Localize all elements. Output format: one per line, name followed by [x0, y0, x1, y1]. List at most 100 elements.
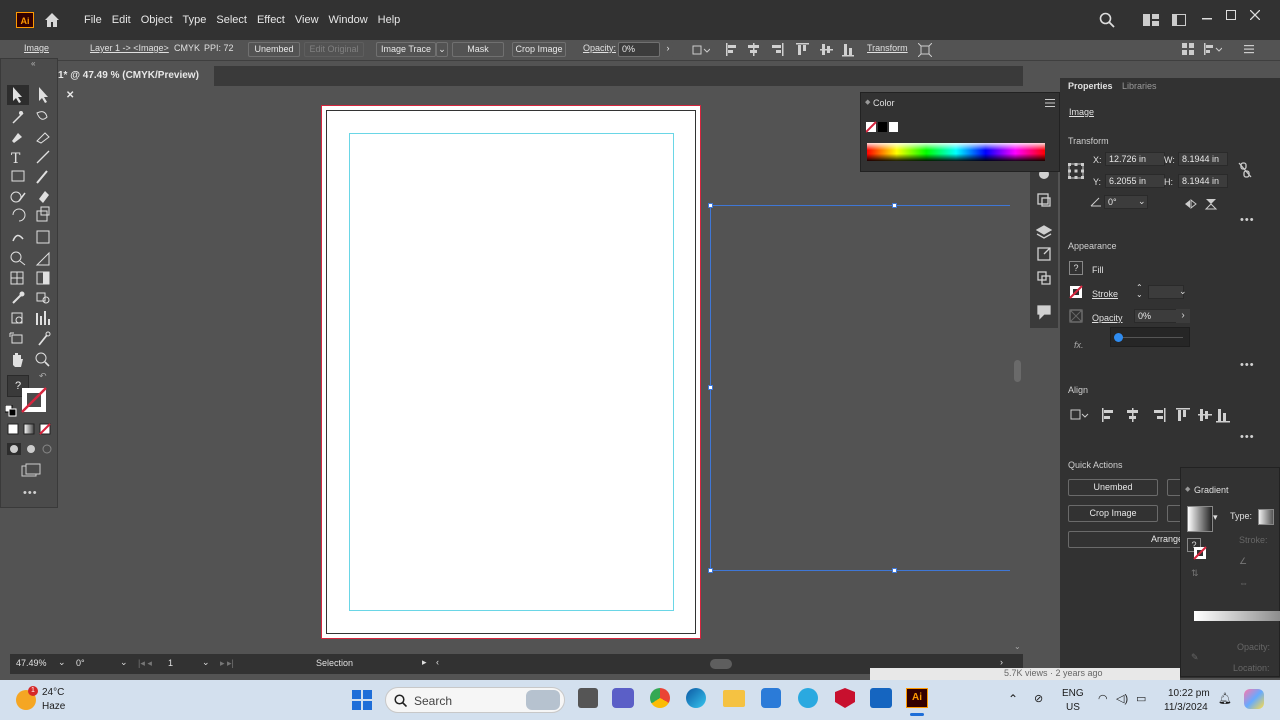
align-to-icon[interactable] — [692, 44, 710, 56]
gradient-panel-grip-icon[interactable]: ◆ — [1185, 485, 1190, 493]
stroke-stepper-icon[interactable]: ⌃ ⌄ — [1136, 284, 1143, 299]
artboard-number[interactable]: 1 — [168, 658, 173, 668]
opacity-slider-track[interactable] — [1119, 337, 1183, 338]
notification-bell-icon[interactable]: 🔔︎ — [1218, 692, 1232, 705]
menu-effect[interactable]: Effect — [253, 0, 289, 40]
distribute-icon[interactable] — [1204, 43, 1222, 55]
opacity-arrow[interactable]: › — [662, 42, 674, 57]
isolate-icon[interactable] — [918, 43, 932, 57]
align-panel-buttons-icon[interactable] — [1070, 407, 1230, 423]
stroke-label[interactable]: Stroke — [1092, 289, 1118, 299]
align-more-icon[interactable]: ••• — [1240, 431, 1255, 443]
artboard-dropdown-icon[interactable]: ⌄ — [202, 657, 210, 668]
scroll-down-icon[interactable]: ⌄ — [1014, 642, 1021, 651]
restore-icon[interactable] — [1226, 10, 1236, 20]
teams-icon[interactable] — [612, 688, 634, 708]
network-status-icon[interactable]: ⊘ — [1034, 692, 1043, 705]
home-icon[interactable] — [42, 10, 62, 30]
rotation-dropdown-icon[interactable]: ⌄ — [120, 657, 128, 668]
status-menu-arrow-icon[interactable]: ▸ — [422, 657, 427, 668]
wifi-icon[interactable]: ◠ — [1098, 692, 1108, 705]
color-panel-grip-icon[interactable]: ◆ — [865, 98, 870, 106]
gradient-preview-swatch[interactable] — [1187, 506, 1213, 532]
language-bottom[interactable]: US — [1066, 702, 1080, 713]
appearance-opacity-input[interactable]: 0% — [1134, 309, 1178, 323]
gradient-slider[interactable] — [1194, 611, 1280, 621]
document-tab-close-icon[interactable]: ✕ — [66, 90, 74, 101]
collapse-panel-icon[interactable]: « — [31, 59, 35, 68]
artboard[interactable] — [321, 105, 701, 639]
unembed-button[interactable]: Unembed — [248, 42, 300, 57]
stroke-swatch-icon[interactable] — [1069, 285, 1083, 299]
h-input[interactable]: 8.1944 in — [1178, 174, 1228, 188]
image-trace-button[interactable]: Image Trace — [376, 42, 436, 57]
stroke-weight-dropdown-icon[interactable]: ⌄ — [1179, 286, 1187, 297]
microsoft-store-icon[interactable] — [761, 688, 781, 708]
opacity-input[interactable]: 0% — [618, 42, 660, 57]
document-tab[interactable]: 1* @ 47.49 % (CMYK/Preview) ✕ — [58, 66, 214, 101]
appearance-opacity-label[interactable]: Opacity — [1092, 313, 1123, 323]
grid-icon[interactable] — [1182, 43, 1194, 55]
menu-window[interactable]: Window — [325, 0, 372, 40]
close-icon[interactable] — [1250, 10, 1260, 20]
stroke-none-swatch-icon[interactable] — [19, 385, 49, 415]
edit-toolbar-icon[interactable]: ••• — [23, 487, 38, 499]
edge-icon[interactable] — [686, 688, 706, 708]
weather-description[interactable]: Haze — [42, 701, 65, 712]
arrange-documents-icon[interactable] — [1143, 14, 1159, 26]
w-input[interactable]: 8.1944 in — [1178, 152, 1228, 166]
x-input[interactable]: 12.726 in — [1105, 152, 1165, 166]
zoom-level[interactable]: 47.49% — [16, 658, 47, 668]
vertical-scroll-thumb[interactable] — [1014, 360, 1021, 382]
taskbar-search-box[interactable]: Search — [385, 687, 565, 713]
gradient-swatch-dropdown-icon[interactable]: ▾ — [1213, 512, 1218, 523]
transform-link[interactable]: Transform — [867, 43, 908, 53]
tab-properties[interactable]: Properties — [1068, 81, 1113, 91]
task-view-icon[interactable] — [578, 688, 598, 708]
tool-icons[interactable]: T — [1, 83, 59, 383]
quick-arrange-button[interactable]: Arrange — [1068, 531, 1188, 548]
scroll-right-icon[interactable]: › — [1000, 657, 1003, 667]
menu-edit[interactable]: Edit — [108, 0, 135, 40]
menu-object[interactable]: Object — [137, 0, 177, 40]
rotation-value[interactable]: 0° — [76, 658, 85, 668]
screen-mode-icon[interactable] — [21, 463, 41, 477]
tab-libraries[interactable]: Libraries — [1122, 81, 1157, 91]
opacity-swatch-icon[interactable] — [1069, 309, 1083, 323]
search-icon[interactable] — [1099, 12, 1115, 28]
clock-time[interactable]: 10:22 pm — [1168, 688, 1210, 699]
workspace-icon[interactable] — [1172, 14, 1186, 26]
scroll-left-icon[interactable]: ‹ — [436, 657, 439, 667]
color-panel-menu-icon[interactable] — [1045, 99, 1055, 107]
default-colors-icon[interactable] — [5, 405, 17, 417]
battery-icon[interactable]: ▭ — [1136, 692, 1146, 705]
fill-swatch-icon[interactable]: ? — [1069, 261, 1083, 275]
color-mode-buttons-icon[interactable] — [7, 423, 55, 435]
handle-bottom-middle[interactable] — [892, 568, 897, 573]
browser-app-icon[interactable] — [798, 688, 818, 708]
fx-icon[interactable]: fx. — [1074, 340, 1084, 350]
menu-file[interactable]: File — [80, 0, 106, 40]
copilot-icon[interactable] — [1244, 689, 1264, 709]
chrome-icon[interactable] — [650, 688, 670, 708]
horizontal-scroll-thumb[interactable] — [710, 659, 732, 669]
remote-app-icon[interactable] — [870, 688, 892, 708]
reference-point-icon[interactable] — [1068, 163, 1084, 179]
opacity-slider-thumb[interactable] — [1114, 333, 1123, 342]
minimize-icon[interactable] — [1202, 18, 1212, 20]
layer-path[interactable]: Layer 1 -> <Image> — [90, 43, 169, 53]
illustrator-taskbar-icon[interactable]: Ai — [906, 688, 928, 708]
linear-gradient-button[interactable] — [1258, 509, 1274, 525]
appearance-more-icon[interactable]: ••• — [1240, 359, 1255, 371]
selected-image-bounds[interactable] — [708, 203, 1010, 573]
panel-menu-icon[interactable] — [1244, 44, 1254, 54]
menu-type[interactable]: Type — [179, 0, 211, 40]
rotate-dropdown-icon[interactable]: ⌄ — [1138, 196, 1146, 207]
menu-view[interactable]: View — [291, 0, 323, 40]
draw-modes-icon[interactable] — [7, 443, 53, 455]
language-top[interactable]: ENG — [1062, 688, 1084, 699]
show-hidden-icons-icon[interactable]: ⌃ — [1008, 692, 1018, 706]
quick-unembed-button[interactable]: Unembed — [1068, 479, 1158, 496]
flip-icons[interactable] — [1184, 198, 1218, 210]
handle-middle-left[interactable] — [708, 385, 713, 390]
